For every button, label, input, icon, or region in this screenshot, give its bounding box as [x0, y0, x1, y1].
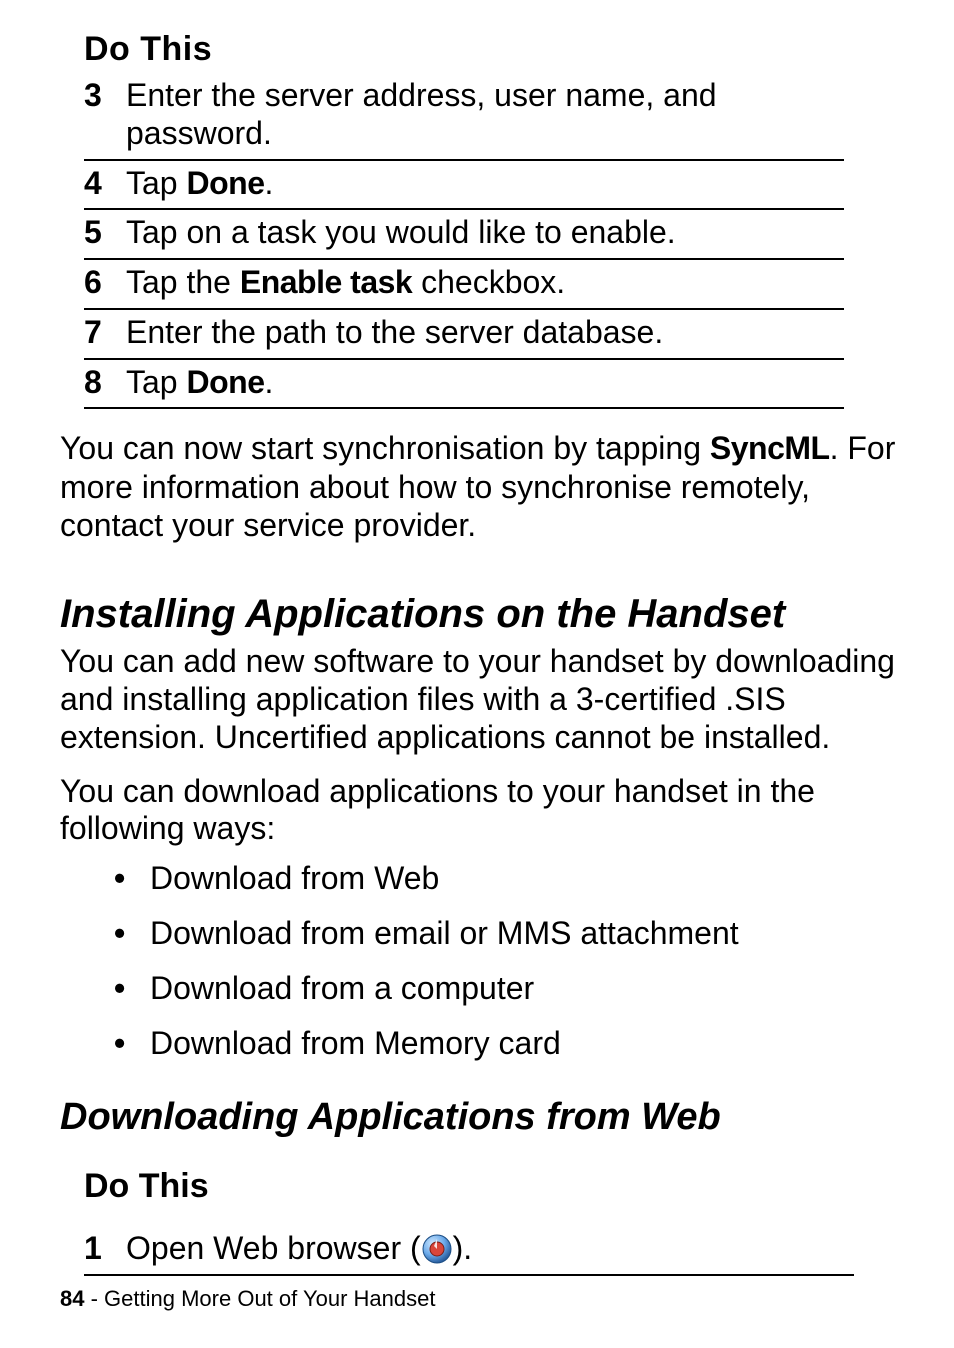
step-number: 8	[84, 359, 126, 409]
step-number: 7	[84, 309, 126, 359]
step-text: Tap on a task you would like to enable.	[126, 209, 844, 259]
list-item: Download from a computer	[114, 970, 898, 1007]
step-text: Enter the path to the server database.	[126, 309, 844, 359]
installing-apps-para2: You can download applications to your ha…	[60, 773, 898, 849]
download-ways-list: Download from Web Download from email or …	[114, 860, 898, 1062]
step-text: Tap the Enable task checkbox.	[126, 259, 844, 309]
step-row: 5Tap on a task you would like to enable.	[84, 209, 844, 259]
ui-term: SyncML	[710, 430, 830, 466]
ui-term: Enable task	[240, 264, 412, 300]
footer-page-number: 84	[60, 1286, 84, 1311]
footer-separator: -	[84, 1286, 104, 1311]
step-text: Enter the server address, user name, and…	[126, 73, 844, 160]
list-item: Download from Web	[114, 860, 898, 897]
step-row: 4Tap Done.	[84, 160, 844, 210]
list-item: Download from email or MMS attachment	[114, 915, 898, 952]
step-text: Open Web browser ().	[126, 1226, 854, 1275]
steps2-title: Do This	[84, 1167, 898, 1206]
installing-apps-para1: You can add new software to your handset…	[60, 643, 898, 756]
step-number: 3	[84, 73, 126, 160]
page-footer: 84 - Getting More Out of Your Handset	[60, 1286, 435, 1312]
step-text: Tap Done.	[126, 359, 844, 409]
sync-info-paragraph: You can now start synchronisation by tap…	[60, 429, 898, 544]
steps2-table: 1Open Web browser ().	[84, 1226, 854, 1276]
browser-icon	[421, 1233, 453, 1265]
list-item: Download from Memory card	[114, 1025, 898, 1062]
step-number: 4	[84, 160, 126, 210]
steps1-title: Do This	[84, 30, 898, 69]
installing-apps-heading: Installing Applications on the Handset	[60, 592, 898, 637]
step-row: 6Tap the Enable task checkbox.	[84, 259, 844, 309]
ui-term: Done	[186, 165, 264, 201]
downloading-from-web-heading: Downloading Applications from Web	[60, 1096, 898, 1139]
step-text: Tap Done.	[126, 160, 844, 210]
step-row: 3Enter the server address, user name, an…	[84, 73, 844, 160]
step-number: 1	[84, 1226, 126, 1275]
step-row: 1Open Web browser ().	[84, 1226, 854, 1275]
ui-term: Done	[186, 364, 264, 400]
step-number: 6	[84, 259, 126, 309]
step-row: 7Enter the path to the server database.	[84, 309, 844, 359]
footer-chapter: Getting More Out of Your Handset	[104, 1286, 435, 1311]
steps1-table: 3Enter the server address, user name, an…	[84, 73, 844, 409]
step-number: 5	[84, 209, 126, 259]
step-row: 8Tap Done.	[84, 359, 844, 409]
